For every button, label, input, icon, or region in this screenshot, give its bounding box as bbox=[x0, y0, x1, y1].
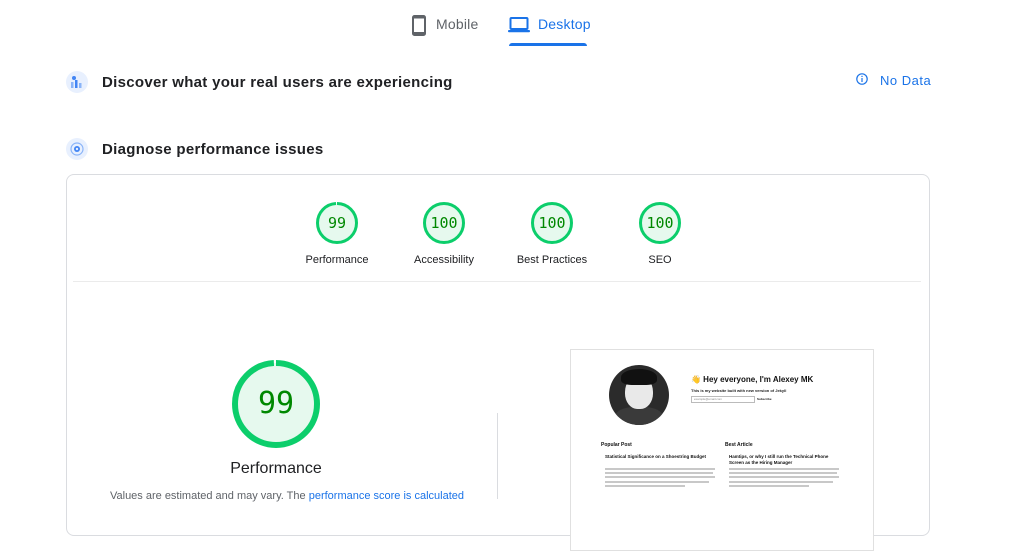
score-note: Values are estimated and may vary. The p… bbox=[87, 490, 487, 502]
gauge-seo[interactable]: 100 SEO bbox=[605, 201, 715, 266]
preview-popular-heading: Popular Post bbox=[601, 442, 632, 448]
performance-score-value: 99 bbox=[257, 386, 295, 421]
score-value: 100 bbox=[430, 214, 458, 232]
performance-big-gauge: 99 bbox=[231, 359, 321, 449]
score-ring: 99 bbox=[315, 201, 359, 245]
preview-best-title: Hamtips, or why I still run the Technica… bbox=[729, 454, 829, 465]
laptop-icon bbox=[508, 10, 530, 43]
preview-subtitle: This is my website built with new versio… bbox=[691, 388, 787, 393]
tab-mobile[interactable]: Mobile bbox=[410, 10, 478, 46]
field-data-title: Discover what your real users are experi… bbox=[102, 73, 453, 91]
tab-mobile-label: Mobile bbox=[436, 16, 479, 32]
tab-desktop-label: Desktop bbox=[538, 16, 591, 32]
score-value: 99 bbox=[327, 214, 347, 232]
score-label: Performance bbox=[305, 254, 369, 266]
score-label: SEO bbox=[648, 254, 672, 266]
preview-popular-excerpt bbox=[605, 468, 717, 489]
profile-photo bbox=[609, 365, 669, 425]
gauges-divider bbox=[73, 281, 921, 282]
preview-best-excerpt bbox=[729, 468, 841, 489]
info-icon bbox=[855, 72, 869, 89]
report-card: 99 Performance 100 Accessibility 100 Bes… bbox=[66, 174, 930, 551]
preview-best-heading: Best Article bbox=[725, 442, 753, 448]
no-data-status[interactable]: No Data bbox=[855, 72, 931, 89]
score-value: 100 bbox=[646, 214, 674, 232]
score-ring: 100 bbox=[530, 201, 574, 245]
gauge-performance[interactable]: 99 Performance bbox=[282, 201, 392, 266]
score-label: Best Practices bbox=[516, 254, 588, 266]
tab-desktop[interactable]: Desktop bbox=[508, 10, 591, 46]
gauge-best-practices[interactable]: 100 Best Practices bbox=[497, 201, 607, 266]
preview-subscribe-button: Subscribe bbox=[757, 397, 772, 401]
score-ring: 100 bbox=[638, 201, 682, 245]
device-tabs: Mobile Desktop bbox=[0, 0, 1022, 48]
active-tab-indicator bbox=[509, 43, 587, 46]
lighthouse-icon bbox=[66, 138, 88, 160]
score-ring: 100 bbox=[422, 201, 466, 245]
lab-data-title: Diagnose performance issues bbox=[102, 140, 324, 158]
performance-score-link[interactable]: performance score is calculated bbox=[309, 490, 464, 502]
no-data-label: No Data bbox=[880, 73, 932, 88]
score-note-text: Values are estimated and may vary. The bbox=[109, 490, 306, 502]
users-chart-icon bbox=[66, 71, 88, 93]
score-gauges: 99 Performance 100 Accessibility 100 Bes… bbox=[67, 201, 929, 271]
preview-email-field: example@email.com bbox=[691, 396, 755, 403]
gauge-accessibility[interactable]: 100 Accessibility bbox=[389, 201, 499, 266]
lab-data-header: Diagnose performance issues bbox=[66, 136, 324, 162]
field-data-header: Discover what your real users are experi… bbox=[66, 69, 453, 95]
score-label: Accessibility bbox=[414, 254, 474, 266]
score-value: 100 bbox=[538, 214, 566, 232]
preview-greeting: 👋 Hey everyone, I'm Alexey MK bbox=[691, 375, 814, 384]
vertical-divider bbox=[497, 413, 498, 499]
preview-popular-title: Statistical Significance on a Shoestring… bbox=[605, 454, 707, 459]
page-screenshot: 👋 Hey everyone, I'm Alexey MK This is my… bbox=[570, 349, 874, 551]
smartphone-icon bbox=[410, 10, 428, 43]
performance-label: Performance bbox=[230, 460, 322, 477]
